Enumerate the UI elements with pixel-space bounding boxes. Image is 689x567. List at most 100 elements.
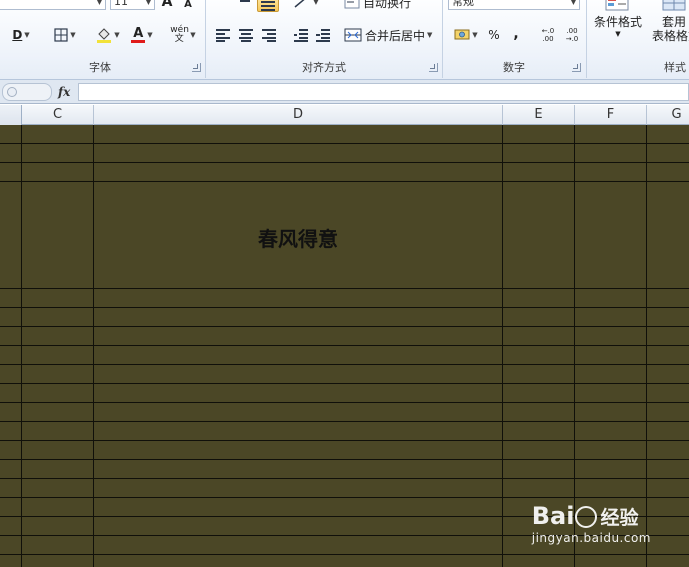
gridline	[0, 307, 689, 308]
chevron-down-icon[interactable]: ▼	[569, 0, 578, 9]
borders-icon	[54, 28, 68, 42]
gridline	[0, 162, 689, 163]
merge-center-button[interactable]: 合并后居中 ▼	[344, 25, 439, 45]
phonetic-guide-button[interactable]: wén 文 ▼	[166, 25, 200, 45]
text-orientation-icon	[294, 0, 305, 8]
font-size-combo[interactable]: 11 ▼	[110, 0, 155, 10]
font-group-label: 字体	[89, 61, 111, 74]
gridline	[0, 288, 689, 289]
font-dialog-launcher-icon[interactable]	[192, 63, 201, 72]
comma-icon: ,	[513, 26, 519, 42]
increase-decimal-button[interactable]: ←.0 .00	[536, 25, 560, 45]
insert-function-icon[interactable]: fx	[58, 83, 74, 101]
gridline	[0, 440, 689, 441]
conditional-formatting-label: 条件格式	[593, 15, 642, 29]
gridline	[646, 125, 647, 567]
gridline	[0, 364, 689, 365]
row-header-strip	[0, 105, 22, 125]
column-header-d[interactable]: D	[94, 105, 503, 125]
chevron-down-icon[interactable]: ▼	[313, 0, 318, 6]
decrease-decimal-icon: .00 →.0	[565, 27, 579, 43]
chevron-down-icon[interactable]: ▼	[147, 31, 152, 39]
column-header-c[interactable]: C	[22, 105, 94, 125]
underline-button[interactable]: D ▼	[6, 25, 36, 45]
font-color-icon: A	[131, 25, 146, 43]
format-as-table-icon	[662, 0, 686, 11]
chevron-down-icon[interactable]: ▼	[144, 0, 153, 9]
shrink-font-button[interactable]: A	[182, 0, 194, 14]
align-right-icon[interactable]	[262, 29, 276, 42]
merge-center-label: 合并后居中	[365, 28, 426, 43]
conditional-formatting-button[interactable]: 条件格式 ▼	[590, 0, 646, 56]
gridline	[0, 181, 689, 182]
percent-icon: %	[488, 28, 500, 42]
gridline	[0, 421, 689, 422]
ribbon: ▼ 11 ▼ A A D ▼ ▼ ▼ A ▼ wén 文 ▼ 字体 ▼ 自动换行…	[0, 0, 689, 80]
chevron-down-icon[interactable]: ▼	[427, 31, 432, 39]
gridline	[0, 383, 689, 384]
accounting-format-button[interactable]: ▼	[450, 25, 482, 45]
gridline	[0, 554, 689, 555]
gridline	[0, 345, 689, 346]
font-name-combo[interactable]: ▼	[0, 0, 106, 10]
worksheet-grid[interactable]: 春风得意	[0, 125, 689, 567]
decrease-decimal-button[interactable]: .00 →.0	[560, 25, 584, 45]
column-header-e[interactable]: E	[503, 105, 575, 125]
align-left-icon[interactable]	[216, 29, 230, 42]
font-color-button[interactable]: A ▼	[126, 25, 158, 45]
format-as-table-label-1: 套用	[661, 15, 686, 29]
name-box-resize-handle-icon[interactable]	[7, 87, 17, 97]
borders-button[interactable]: ▼	[48, 25, 82, 45]
bottom-align-button[interactable]	[257, 0, 279, 12]
cell-d-text[interactable]: 春风得意	[94, 223, 502, 252]
gridline	[0, 497, 689, 498]
paint-bucket-icon	[97, 28, 112, 43]
name-box[interactable]	[2, 83, 52, 101]
watermark-url: jingyan.baidu.com	[531, 531, 651, 545]
format-as-table-button[interactable]: 套用 表格格式	[645, 0, 689, 56]
percent-style-button[interactable]: %	[484, 25, 504, 45]
top-align-icon[interactable]	[217, 0, 231, 6]
increase-indent-icon[interactable]	[316, 29, 330, 42]
number-format-combo[interactable]: 常规 ▼	[448, 0, 580, 10]
chevron-down-icon[interactable]: ▼	[190, 31, 195, 39]
chevron-down-icon[interactable]: ▼	[472, 31, 477, 39]
baidu-logo: Bai 经验	[532, 502, 651, 530]
shrink-font-icon: A	[184, 0, 192, 10]
alignment-dialog-launcher-icon[interactable]	[429, 63, 438, 72]
font-size-value: 11	[114, 0, 128, 8]
column-header-f[interactable]: F	[575, 105, 647, 125]
decrease-indent-icon[interactable]	[294, 29, 308, 42]
wrap-text-button[interactable]: 自动换行	[344, 0, 424, 12]
chevron-down-icon[interactable]: ▼	[95, 0, 104, 9]
font-color-letter: A	[133, 25, 144, 41]
chevron-down-icon[interactable]: ▼	[70, 31, 75, 39]
column-header-row: C D E F G	[0, 105, 689, 125]
format-as-table-label-2: 表格格式	[651, 29, 689, 43]
grow-font-button[interactable]: A	[160, 0, 174, 12]
chevron-down-icon[interactable]: ▼	[114, 31, 119, 39]
comma-style-button[interactable]: ,	[507, 24, 525, 44]
number-dialog-launcher-icon[interactable]	[572, 63, 581, 72]
gridline	[0, 459, 689, 460]
column-header-g[interactable]: G	[647, 105, 689, 125]
chevron-down-icon[interactable]: ▼	[24, 31, 29, 39]
formula-bar: fx	[0, 80, 689, 104]
watermark-logo-left: Bai	[531, 502, 575, 530]
bottom-align-icon	[261, 0, 275, 11]
formula-input[interactable]	[78, 83, 689, 101]
group-divider	[586, 0, 587, 78]
middle-align-icon[interactable]	[238, 0, 252, 6]
chevron-down-icon[interactable]: ▼	[590, 29, 646, 39]
gridline	[502, 125, 503, 567]
gridline	[21, 125, 22, 567]
orientation-button[interactable]: ▼	[292, 0, 320, 12]
fill-color-button[interactable]: ▼	[92, 25, 124, 45]
number-group-label: 数字	[503, 61, 525, 74]
gridline	[0, 402, 689, 403]
styles-group-label: 样式	[664, 61, 686, 74]
watermark-logo-right: 经验	[600, 506, 639, 529]
currency-icon	[454, 29, 470, 40]
align-center-icon[interactable]	[239, 29, 253, 42]
number-format-value: 常规	[452, 0, 474, 8]
